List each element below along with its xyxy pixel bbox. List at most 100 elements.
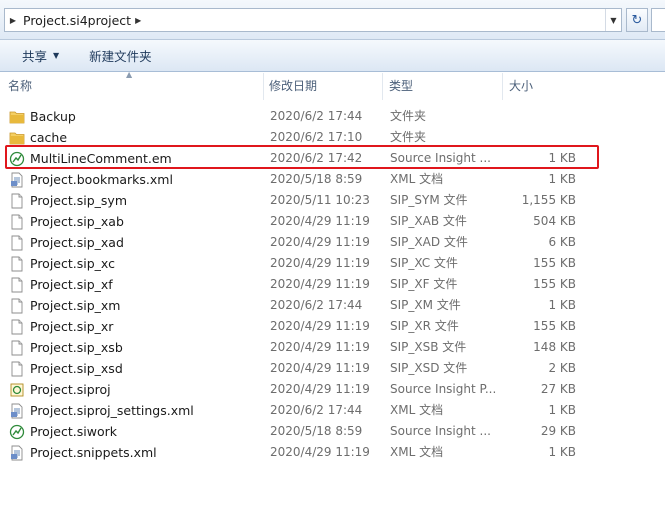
file-icon xyxy=(9,319,25,335)
file-list: Backup 2020/6/2 17:44 文件夹 cache 2020/6/2 17:… xyxy=(0,106,665,463)
file-type: SIP_XR 文件 xyxy=(390,319,459,333)
file-date: 2020/4/29 11:19 xyxy=(270,319,370,333)
source-insight-icon xyxy=(9,151,25,167)
file-date: 2020/5/11 10:23 xyxy=(270,193,370,207)
file-date: 2020/6/2 17:42 xyxy=(270,151,363,165)
file-name: Project.siproj xyxy=(30,382,111,397)
search-input[interactable] xyxy=(651,8,665,32)
file-date: 2020/4/29 11:19 xyxy=(270,382,370,396)
file-date: 2020/5/18 8:59 xyxy=(270,424,363,438)
file-size: 155 KB xyxy=(533,256,576,270)
file-row[interactable]: Project.siproj_settings.xml 2020/6/2 17:4… xyxy=(0,400,665,421)
breadcrumb-chevron-icon[interactable]: ▶ xyxy=(135,16,141,25)
command-bar: 共享 ▼ 新建文件夹 xyxy=(0,40,665,72)
breadcrumb-root-arrow-icon[interactable]: ▶ xyxy=(5,16,21,25)
file-row[interactable]: Project.sip_xf 2020/4/29 11:19 SIP_XF 文件 15… xyxy=(0,274,665,295)
file-type: SIP_XAD 文件 xyxy=(390,235,468,249)
share-button[interactable]: 共享 ▼ xyxy=(12,45,69,67)
file-type: SIP_XSB 文件 xyxy=(390,340,467,354)
file-date: 2020/4/29 11:19 xyxy=(270,340,370,354)
file-row[interactable]: Project.sip_sym 2020/5/11 10:23 SIP_SYM 文件… xyxy=(0,190,665,211)
file-type: 文件夹 xyxy=(390,130,427,144)
file-size: 29 KB xyxy=(540,424,576,438)
file-size: 504 KB xyxy=(533,214,576,228)
column-header-date[interactable]: 修改日期 xyxy=(265,73,383,100)
file-row[interactable]: cache 2020/6/2 17:10 文件夹 xyxy=(0,127,665,148)
file-row[interactable]: Project.sip_xsd 2020/4/29 11:19 SIP_XSD 文件… xyxy=(0,358,665,379)
file-type: XML 文档 xyxy=(390,445,444,459)
breadcrumb-item[interactable]: Project.si4project xyxy=(21,13,135,28)
file-name: Project.sip_xsb xyxy=(30,340,123,355)
address-bar[interactable]: ▶ Project.si4project ▶ ▼ xyxy=(4,8,622,32)
file-row[interactable]: MultiLineComment.em 2020/6/2 17:42 Source … xyxy=(0,148,665,169)
file-date: 2020/4/29 11:19 xyxy=(270,445,370,459)
file-date: 2020/6/2 17:44 xyxy=(270,403,363,417)
file-size: 1 KB xyxy=(548,172,576,186)
file-icon xyxy=(9,298,25,314)
file-size: 1 KB xyxy=(548,445,576,459)
refresh-button[interactable]: ↻ xyxy=(626,8,648,32)
file-type: XML 文档 xyxy=(390,172,444,186)
file-size: 155 KB xyxy=(533,319,576,333)
file-type: SIP_XF 文件 xyxy=(390,277,458,291)
file-name: Project.siproj_settings.xml xyxy=(30,403,194,418)
source-insight-icon xyxy=(9,424,25,440)
file-row[interactable]: Project.bookmarks.xml 2020/5/18 8:59 XML 文… xyxy=(0,169,665,190)
file-row[interactable]: Project.snippets.xml 2020/4/29 11:19 XML 文… xyxy=(0,442,665,463)
file-row[interactable]: Project.sip_xm 2020/6/2 17:44 SIP_XM 文件 1 K… xyxy=(0,295,665,316)
file-type: SIP_XSD 文件 xyxy=(390,361,468,375)
file-name: Project.siwork xyxy=(30,424,117,439)
file-size: 148 KB xyxy=(533,340,576,354)
file-icon xyxy=(9,361,25,377)
file-row[interactable]: Project.sip_xad 2020/4/29 11:19 SIP_XAD 文件… xyxy=(0,232,665,253)
file-type: Source Insight P... xyxy=(390,382,497,396)
file-size: 1 KB xyxy=(548,298,576,312)
file-date: 2020/6/2 17:44 xyxy=(270,109,363,123)
file-row[interactable]: Project.sip_xr 2020/4/29 11:19 SIP_XR 文件 15… xyxy=(0,316,665,337)
address-history-dropdown-icon[interactable]: ▼ xyxy=(605,9,621,31)
new-folder-button[interactable]: 新建文件夹 xyxy=(79,45,162,67)
file-type: Source Insight ... xyxy=(390,151,491,165)
chevron-down-icon: ▼ xyxy=(53,51,60,60)
folder-icon xyxy=(9,109,25,125)
file-date: 2020/4/29 11:19 xyxy=(270,256,370,270)
file-name: Project.sip_xsd xyxy=(30,361,123,376)
file-size: 2 KB xyxy=(548,361,576,375)
file-name: Project.sip_xad xyxy=(30,235,124,250)
column-header-size[interactable]: 大小 xyxy=(505,73,585,100)
file-name: MultiLineComment.em xyxy=(30,151,172,166)
file-name: Project.bookmarks.xml xyxy=(30,172,173,187)
file-icon xyxy=(9,340,25,356)
file-size: 155 KB xyxy=(533,277,576,291)
share-button-label: 共享 xyxy=(22,49,48,64)
file-name: Project.sip_xf xyxy=(30,277,113,292)
file-icon xyxy=(9,214,25,230)
column-header-name[interactable]: 名称 xyxy=(4,73,264,100)
file-date: 2020/4/29 11:19 xyxy=(270,214,370,228)
file-size: 6 KB xyxy=(548,235,576,249)
siproj-icon xyxy=(9,382,25,398)
file-date: 2020/4/29 11:19 xyxy=(270,361,370,375)
file-row[interactable]: Project.sip_xc 2020/4/29 11:19 SIP_XC 文件 15… xyxy=(0,253,665,274)
file-icon xyxy=(9,235,25,251)
file-row[interactable]: Project.sip_xab 2020/4/29 11:19 SIP_XAB 文件… xyxy=(0,211,665,232)
file-type: SIP_XM 文件 xyxy=(390,298,461,312)
address-bar-region: ▶ Project.si4project ▶ ▼ ↻ xyxy=(0,0,665,40)
file-name: cache xyxy=(30,130,68,145)
refresh-icon: ↻ xyxy=(631,12,643,28)
file-size: 1 KB xyxy=(548,403,576,417)
file-name: Project.sip_xc xyxy=(30,256,115,271)
file-name: Project.sip_xab xyxy=(30,214,124,229)
xml-icon xyxy=(9,445,25,461)
new-folder-button-label: 新建文件夹 xyxy=(89,49,152,64)
file-row[interactable]: Project.siwork 2020/5/18 8:59 Source Insig… xyxy=(0,421,665,442)
file-row[interactable]: Backup 2020/6/2 17:44 文件夹 xyxy=(0,106,665,127)
file-name: Project.sip_xr xyxy=(30,319,114,334)
file-row[interactable]: Project.sip_xsb 2020/4/29 11:19 SIP_XSB 文件… xyxy=(0,337,665,358)
file-row[interactable]: Project.siproj 2020/4/29 11:19 Source Insi… xyxy=(0,379,665,400)
column-header-type[interactable]: 类型 xyxy=(385,73,503,100)
file-type: XML 文档 xyxy=(390,403,444,417)
file-size: 1 KB xyxy=(548,151,576,165)
folder-icon xyxy=(9,130,25,146)
file-type: SIP_SYM 文件 xyxy=(390,193,468,207)
